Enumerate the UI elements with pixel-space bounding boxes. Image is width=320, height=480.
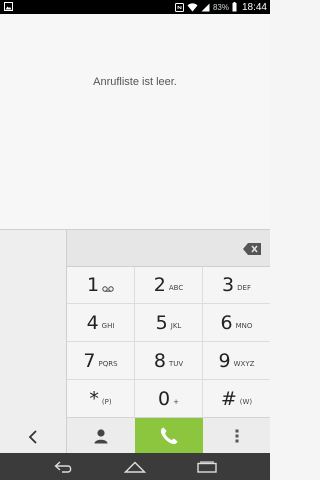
key-letters: JKL — [170, 322, 182, 330]
overflow-menu-button[interactable] — [203, 418, 270, 454]
key-letters: WXYZ — [233, 360, 255, 368]
key-digit: 9 — [218, 350, 231, 372]
signal-icon — [201, 3, 210, 11]
navigation-bar — [0, 453, 270, 480]
key-digit: 7 — [83, 350, 96, 372]
key-digit: 6 — [220, 312, 233, 334]
key-digit: 8 — [153, 350, 166, 372]
backspace-button[interactable] — [242, 242, 262, 256]
key-letters: ABC — [168, 284, 184, 292]
backspace-icon — [243, 243, 261, 255]
status-time: 18:44 — [241, 1, 267, 13]
key-digit: * — [89, 388, 99, 410]
digits-field[interactable] — [67, 229, 270, 267]
chevron-left-icon — [28, 430, 37, 444]
key-3[interactable]: 3 DEF — [203, 267, 270, 304]
key-digit: 1 — [86, 274, 100, 296]
key-6[interactable]: 6 MNO — [203, 305, 270, 342]
key-digit: # — [220, 388, 237, 410]
nav-home-button[interactable] — [115, 456, 155, 478]
dialer-screen: 83% 18:44 Anrufliste ist leer. 1 2 ABC 3… — [0, 0, 270, 480]
call-log-list[interactable]: Anrufliste ist leer. — [0, 14, 270, 229]
battery-percent: 83% — [212, 2, 229, 12]
key-letters: GHI — [101, 322, 115, 330]
key-letters: DEF — [237, 284, 251, 292]
image-notification-icon — [4, 2, 13, 11]
key-letters: (P) — [101, 398, 112, 406]
key-5[interactable]: 5 JKL — [135, 305, 202, 342]
key-2[interactable]: 2 ABC — [135, 267, 202, 304]
key-letters: (W) — [239, 398, 253, 406]
dialpad: 1 2 ABC 3 DEF 4 GHI 5 JKL 6 MNO 7 PQRS 8… — [67, 267, 270, 418]
key-letters: PQRS — [98, 360, 118, 368]
empty-call-log-message: Anrufliste ist leer. — [93, 76, 177, 88]
key-letters: MNO — [235, 322, 253, 330]
key-4[interactable]: 4 GHI — [67, 305, 134, 342]
nav-back-button[interactable] — [44, 456, 84, 478]
phone-icon — [160, 427, 178, 445]
key-letters: + — [173, 398, 179, 406]
status-bar: 83% 18:44 — [0, 0, 270, 14]
key-8[interactable]: 8 TUV — [135, 343, 202, 380]
recents-icon — [197, 461, 217, 473]
wifi-icon — [187, 2, 198, 11]
battery-icon — [232, 2, 237, 12]
key-9[interactable]: 9 WXYZ — [203, 343, 270, 380]
overflow-menu-icon — [235, 429, 238, 443]
contacts-button[interactable] — [67, 418, 135, 454]
key-hash[interactable]: # (W) — [203, 381, 270, 418]
left-pane — [0, 229, 67, 453]
key-star[interactable]: * (P) — [67, 381, 134, 418]
nfc-icon — [174, 2, 184, 12]
call-button[interactable] — [135, 418, 203, 454]
home-icon — [124, 461, 146, 473]
key-1[interactable]: 1 — [67, 267, 134, 304]
key-0[interactable]: 0 + — [135, 381, 202, 418]
key-digit: 2 — [153, 274, 166, 296]
key-digit: 3 — [222, 274, 235, 296]
key-7[interactable]: 7 PQRS — [67, 343, 134, 380]
back-icon — [54, 461, 72, 473]
nav-recents-button[interactable] — [187, 456, 227, 478]
key-digit: 0 — [158, 388, 171, 410]
key-digit: 5 — [155, 312, 168, 334]
person-icon — [94, 429, 108, 444]
collapse-dialpad-button[interactable] — [22, 428, 44, 446]
key-letters: TUV — [168, 360, 184, 368]
key-digit: 4 — [86, 312, 99, 334]
dialer-action-row — [67, 417, 270, 454]
voicemail-icon — [102, 286, 114, 292]
